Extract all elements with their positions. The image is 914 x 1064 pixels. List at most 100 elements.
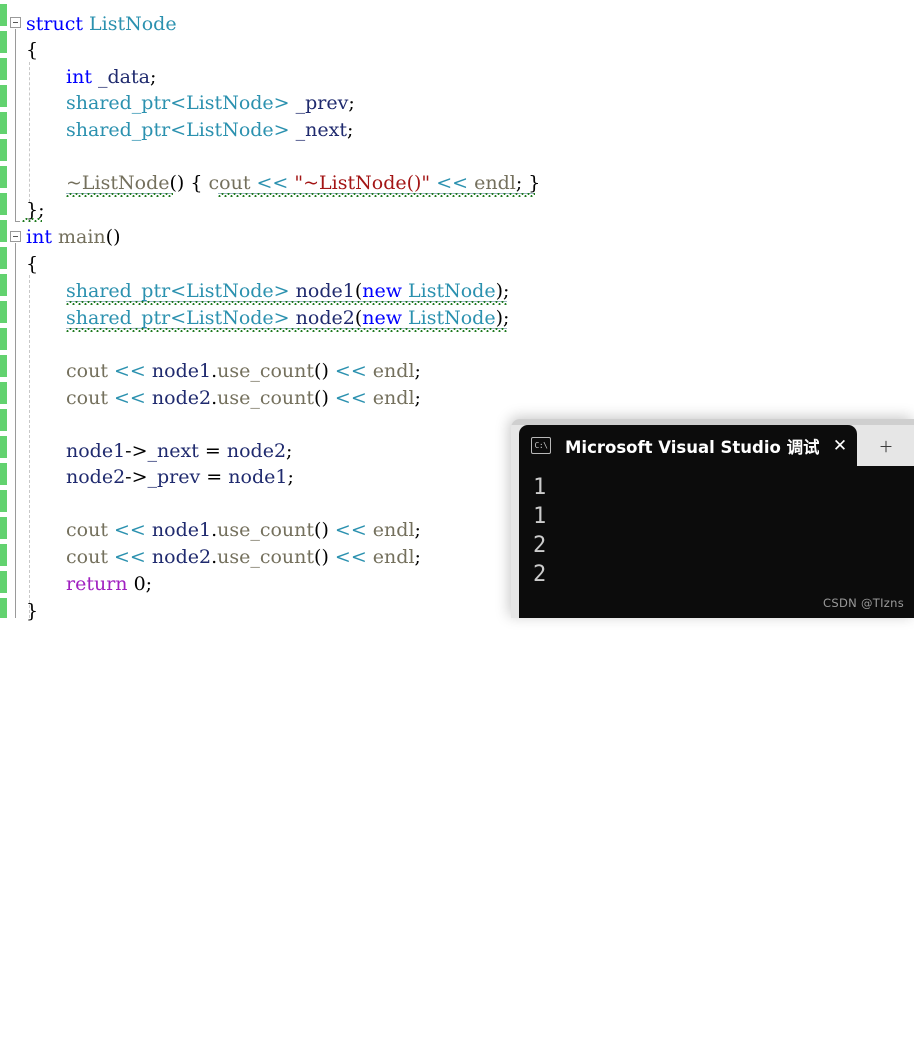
warning-squiggle xyxy=(66,301,507,305)
token-parens: () xyxy=(314,387,329,409)
token-semicolon: ; xyxy=(414,546,421,568)
token-assign: = xyxy=(206,466,223,488)
code-line[interactable]: int _data; xyxy=(66,64,156,91)
token-type: ListNode xyxy=(408,307,496,329)
token-identifier: node2 xyxy=(151,387,212,409)
token-keyword-return: return xyxy=(66,573,128,595)
token-shift: << xyxy=(114,546,146,568)
console-window[interactable]: C:\ Microsoft Visual Studio 调试控 ✕ ＋ 1 1 … xyxy=(511,419,914,618)
token-parens: () xyxy=(314,519,329,541)
code-line[interactable]: node1->_next = node2; xyxy=(66,438,292,465)
token-identifier: node1 xyxy=(151,519,212,541)
token-parens: () xyxy=(169,172,185,194)
token-angle-open: < xyxy=(170,280,187,302)
code-line[interactable]: cout << node1.use_count() << endl; xyxy=(66,358,421,385)
token-keyword: int xyxy=(66,66,92,88)
code-line[interactable]: } xyxy=(26,598,38,625)
token-endl: endl xyxy=(372,360,415,382)
token-keyword-new: new xyxy=(362,280,402,302)
terminal-output-line: 1 xyxy=(533,504,547,529)
token-parens: () xyxy=(105,226,121,248)
token-semicolon: ; xyxy=(346,119,354,141)
code-line[interactable]: node2->_prev = node1; xyxy=(66,464,294,491)
token-angle-close: > xyxy=(273,280,290,302)
token-member: _prev xyxy=(147,466,201,488)
token-semicolon: ; xyxy=(287,466,294,488)
token-endl: endl xyxy=(372,519,415,541)
token-identifier: node1 xyxy=(151,360,212,382)
token-semicolon: ; xyxy=(145,573,153,595)
token-endl: endl xyxy=(372,387,415,409)
token-parens: () xyxy=(314,546,329,568)
token-type: ListNode xyxy=(186,307,274,329)
code-line[interactable]: int main() xyxy=(26,224,121,251)
code-line[interactable]: shared_ptr<ListNode> _next; xyxy=(66,117,353,144)
token-semicolon: ; xyxy=(414,360,421,382)
code-line[interactable]: cout << node1.use_count() << endl; xyxy=(66,517,421,544)
token-cout: cout xyxy=(66,387,108,409)
token-identifier: node2 xyxy=(226,440,287,462)
token-shift: << xyxy=(334,546,367,568)
terminal-output-line: 1 xyxy=(533,475,547,500)
token-cout: cout xyxy=(208,172,251,194)
terminal-output-line: 2 xyxy=(533,533,547,558)
warning-squiggle xyxy=(66,328,507,332)
token-shift: << xyxy=(334,387,367,409)
token-method: use_count xyxy=(217,519,315,541)
close-icon[interactable]: ✕ xyxy=(823,425,857,466)
token-brace: } xyxy=(26,600,39,622)
token-semicolon: ; xyxy=(286,440,293,462)
token-angle-close: > xyxy=(273,307,290,329)
token-identifier: node1 xyxy=(228,466,288,488)
code-line[interactable]: return 0; xyxy=(66,571,152,598)
token-identifier: node2 xyxy=(66,466,126,488)
token-shift: << xyxy=(256,172,289,194)
token-keyword: int xyxy=(26,226,52,248)
new-tab-icon[interactable]: ＋ xyxy=(875,437,897,457)
token-endl: endl xyxy=(474,172,516,194)
token-cout: cout xyxy=(66,360,108,382)
code-line[interactable]: { xyxy=(26,37,38,64)
token-shift: << xyxy=(114,519,146,541)
token-type: ListNode xyxy=(186,280,274,302)
code-line[interactable]: struct ListNode xyxy=(26,11,177,38)
code-line[interactable]: shared_ptr<ListNode> _prev; xyxy=(66,90,355,117)
console-cmd-icon: C:\ xyxy=(531,437,551,454)
token-assign: = xyxy=(204,440,221,462)
token-endl: endl xyxy=(372,546,415,568)
token-type: ListNode xyxy=(186,119,274,141)
watermark: CSDN @TIzns xyxy=(823,596,904,610)
token-semicolon: ; xyxy=(149,66,157,88)
token-semicolon: ; xyxy=(503,280,510,302)
code-line[interactable]: cout << node2.use_count() << endl; xyxy=(66,544,421,571)
token-identifier: node2 xyxy=(151,546,212,568)
token-type: ListNode xyxy=(89,13,177,35)
token-semicolon: ; xyxy=(414,519,421,541)
token-semicolon: ; xyxy=(348,92,355,114)
code-line[interactable]: { xyxy=(26,251,38,278)
token-shift: << xyxy=(114,360,146,382)
token-identifier: node1 xyxy=(295,280,355,302)
code-line[interactable]: cout << node2.use_count() << endl; xyxy=(66,385,421,412)
warning-squiggle xyxy=(66,193,173,197)
terminal-output-lines: 1 1 2 2 xyxy=(533,473,546,589)
token-parens: () xyxy=(314,360,329,382)
terminal-output-area[interactable]: 1 1 2 2 CSDN @TIzns xyxy=(519,466,914,618)
token-type: ListNode xyxy=(186,92,274,114)
terminal-output-line: 2 xyxy=(533,562,547,587)
token-identifier: _next xyxy=(295,119,347,141)
token-type: shared_ptr xyxy=(66,119,171,141)
token-brace: { xyxy=(26,39,39,61)
token-brace: { xyxy=(26,253,39,275)
token-arrow: -> xyxy=(125,440,148,462)
token-type: shared_ptr xyxy=(66,92,171,114)
token-shift: << xyxy=(114,387,146,409)
terminal-tab[interactable]: C:\ Microsoft Visual Studio 调试控 ✕ xyxy=(519,425,857,466)
token-cout: cout xyxy=(66,546,108,568)
terminal-tab-title: Microsoft Visual Studio 调试控 xyxy=(565,437,819,457)
terminal-tab-strip[interactable]: C:\ Microsoft Visual Studio 调试控 ✕ ＋ xyxy=(511,425,914,466)
token-destructor: ~ListNode xyxy=(66,172,170,194)
warning-squiggle xyxy=(218,193,535,197)
token-method: use_count xyxy=(217,546,315,568)
token-cout: cout xyxy=(66,519,108,541)
